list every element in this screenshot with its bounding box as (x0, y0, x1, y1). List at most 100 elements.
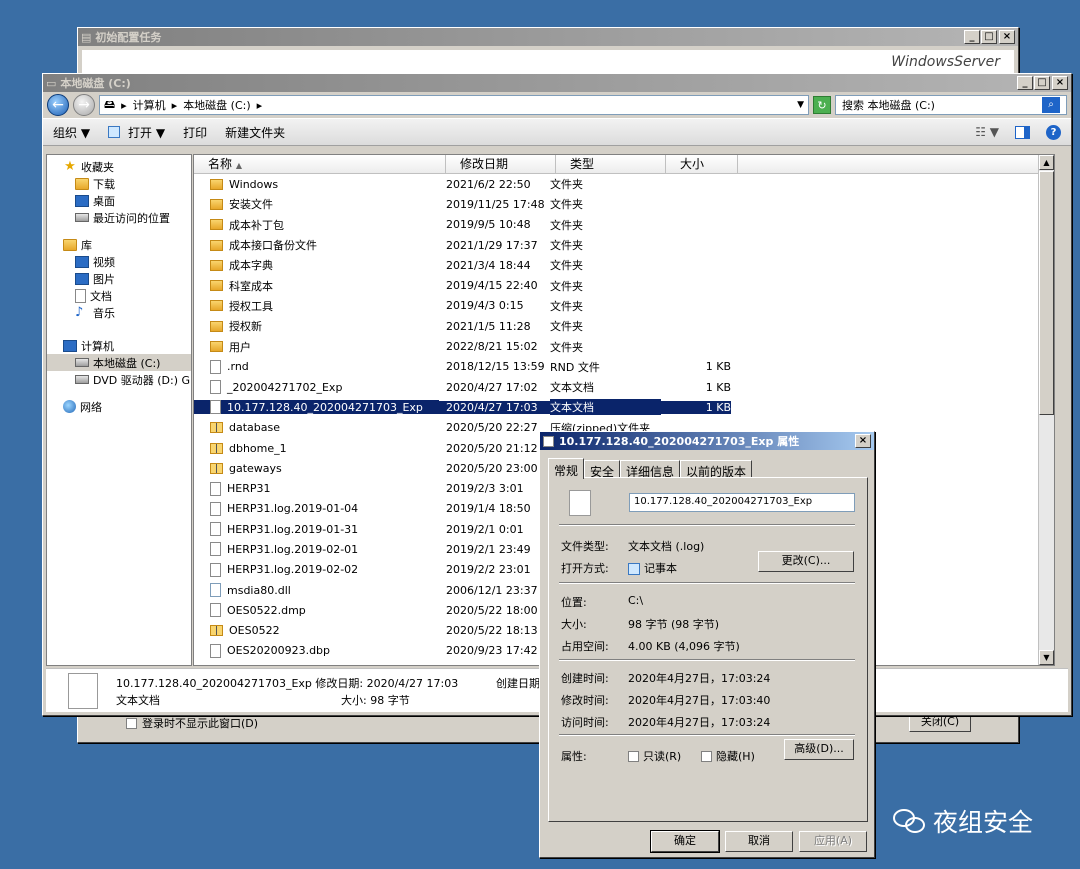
file-name-cell[interactable]: OES20200923.dbp (194, 643, 439, 658)
close-button[interactable]: × (999, 30, 1015, 44)
file-name-cell[interactable]: 安装文件 (194, 196, 439, 212)
nav-item-documents[interactable]: 文档 (47, 287, 191, 304)
close-button[interactable]: × (1052, 76, 1068, 90)
nav-item-recent[interactable]: 最近访问的位置 (47, 209, 191, 226)
refresh-icon[interactable]: ↻ (813, 96, 831, 114)
col-name[interactable]: 名称 ▲ (194, 155, 446, 173)
file-name-cell[interactable]: HERP31.log.2019-01-31 (194, 522, 439, 537)
table-row[interactable]: Windows 2021/6/2 22:50 文件夹 (194, 174, 1054, 194)
hidden-checkbox-row[interactable]: 隐藏(H) (701, 748, 755, 764)
view-options-icon[interactable]: ☷ ▼ (975, 125, 999, 139)
preview-pane-icon[interactable] (1015, 125, 1030, 139)
nav-item-pictures[interactable]: 图片 (47, 270, 191, 287)
nav-item-music[interactable]: ♪ 音乐 (47, 304, 191, 321)
search-input[interactable]: 搜索 本地磁盘 (C:) ⌕ (835, 95, 1067, 115)
readonly-checkbox-row[interactable]: 只读(R) (628, 748, 681, 764)
close-button[interactable]: × (855, 434, 871, 448)
explorer-titlebar[interactable]: ▭ 本地磁盘 (C:) _ □ × (43, 74, 1071, 92)
table-row[interactable]: 科室成本 2019/4/15 22:40 文件夹 (194, 275, 1054, 295)
chevron-right-icon[interactable]: ▸ (257, 99, 263, 112)
address-bar[interactable]: 🖴 ▸ 计算机 ▸ 本地磁盘 (C:) ▸ ▼ (99, 95, 809, 115)
maximize-button[interactable]: □ (1034, 76, 1050, 90)
forward-button[interactable]: → (73, 94, 95, 116)
nav-item-dvd[interactable]: DVD 驱动器 (D:) GF (47, 371, 191, 388)
table-row[interactable]: 授权工具 2019/4/3 0:15 文件夹 (194, 296, 1054, 316)
readonly-checkbox[interactable] (628, 750, 639, 762)
file-name-cell[interactable]: _202004271702_Exp (194, 380, 439, 395)
scroll-down-icon[interactable]: ▼ (1039, 650, 1054, 665)
table-row[interactable]: 授权新 2021/1/5 11:28 文件夹 (194, 316, 1054, 336)
file-name-cell[interactable]: Windows (194, 178, 439, 191)
tab-details[interactable]: 详细信息 (620, 460, 681, 479)
col-type[interactable]: 类型 (556, 155, 666, 173)
hidden-checkbox[interactable] (701, 750, 712, 762)
table-row[interactable]: 成本字典 2021/3/4 18:44 文件夹 (194, 255, 1054, 275)
nav-item-desktop[interactable]: 桌面 (47, 192, 191, 209)
col-date[interactable]: 修改日期 (446, 155, 556, 173)
tab-security[interactable]: 安全 (584, 460, 621, 479)
file-name-cell[interactable]: dbhome_1 (194, 442, 439, 455)
scroll-up-icon[interactable]: ▲ (1039, 155, 1054, 170)
chevron-down-icon[interactable]: ▼ (797, 100, 804, 110)
table-row[interactable]: 用户 2022/8/21 15:02 文件夹 (194, 336, 1054, 356)
nav-computer[interactable]: 计算机 (47, 337, 191, 354)
search-icon[interactable]: ⌕ (1042, 97, 1060, 113)
scroll-thumb[interactable] (1039, 171, 1054, 415)
file-name-cell[interactable]: 成本字典 (194, 257, 439, 273)
apply-button[interactable]: 应用(A) (799, 831, 867, 852)
file-name-cell[interactable]: 科室成本 (194, 278, 439, 294)
maximize-button[interactable]: □ (981, 30, 997, 44)
breadcrumb-computer[interactable]: 计算机 (133, 97, 166, 113)
col-size[interactable]: 大小 (666, 155, 738, 173)
nav-item-downloads[interactable]: 下载 (47, 175, 191, 192)
nav-item-local-disk[interactable]: 本地磁盘 (C:) (47, 354, 191, 371)
initial-config-titlebar[interactable]: ▤ 初始配置任务 _ □ × (78, 28, 1018, 46)
new-folder-button[interactable]: 新建文件夹 (225, 124, 285, 141)
help-icon[interactable]: ? (1046, 124, 1061, 140)
chevron-right-icon[interactable]: ▸ (172, 99, 178, 112)
file-name-cell[interactable]: 授权工具 (194, 298, 439, 314)
nav-libraries[interactable]: 库 (47, 236, 191, 253)
file-name-cell[interactable]: 10.177.128.40_202004271703_Exp (194, 400, 439, 415)
file-name-cell[interactable]: 用户 (194, 339, 439, 355)
table-row[interactable]: 成本补丁包 2019/9/5 10:48 文件夹 (194, 215, 1054, 235)
file-name-cell[interactable]: 授权新 (194, 318, 439, 334)
no-show-checkbox[interactable] (126, 717, 137, 729)
file-name-cell[interactable]: HERP31.log.2019-02-02 (194, 562, 439, 577)
nav-item-videos[interactable]: 视频 (47, 253, 191, 270)
minimize-button[interactable]: _ (964, 30, 980, 44)
back-button[interactable]: ← (47, 94, 69, 116)
properties-titlebar[interactable]: 10.177.128.40_202004271703_Exp 属性 × (540, 432, 874, 450)
change-button[interactable]: 更改(C)... (758, 551, 854, 572)
table-row[interactable]: _202004271702_Exp 2020/4/27 17:02 文本文档 1 KB (194, 377, 1054, 397)
nav-favorites[interactable]: ★ 收藏夹 (47, 158, 191, 175)
minimize-button[interactable]: _ (1017, 76, 1033, 90)
print-button[interactable]: 打印 (183, 124, 207, 141)
table-row[interactable]: 成本接口备份文件 2021/1/29 17:37 文件夹 (194, 235, 1054, 255)
file-name-cell[interactable]: 成本接口备份文件 (194, 237, 439, 253)
vertical-scrollbar[interactable]: ▲ ▼ (1038, 155, 1054, 665)
open-button[interactable]: 打开 ▼ (108, 124, 165, 141)
file-name-cell[interactable]: .rnd (194, 359, 439, 374)
filename-field[interactable]: 10.177.128.40_202004271703_Exp (629, 493, 855, 512)
file-name-cell[interactable]: HERP31.log.2019-02-01 (194, 542, 439, 557)
cancel-button[interactable]: 取消 (725, 831, 793, 852)
tab-general[interactable]: 常规 (548, 458, 585, 479)
tab-previous-versions[interactable]: 以前的版本 (680, 460, 753, 479)
breadcrumb-drive[interactable]: 本地磁盘 (C:) (183, 97, 250, 113)
nav-network[interactable]: 网络 (47, 398, 191, 415)
no-show-checkbox-row[interactable]: 登录时不显示此窗口(D) (126, 715, 258, 731)
table-row[interactable]: 安装文件 2019/11/25 17:48 文件夹 (194, 194, 1054, 214)
ok-button[interactable]: 确定 (650, 830, 720, 853)
advanced-button[interactable]: 高级(D)... (784, 739, 854, 760)
file-name-cell[interactable]: database (194, 421, 439, 434)
file-name-cell[interactable]: OES0522.dmp (194, 603, 439, 618)
file-name-cell[interactable]: HERP31.log.2019-01-04 (194, 501, 439, 516)
file-name-cell[interactable]: 成本补丁包 (194, 217, 439, 233)
organize-button[interactable]: 组织 ▼ (53, 124, 90, 141)
chevron-right-icon[interactable]: ▸ (121, 99, 127, 112)
file-name-cell[interactable]: HERP31 (194, 481, 439, 496)
table-row[interactable]: .rnd 2018/12/15 13:59 RND 文件 1 KB (194, 357, 1054, 377)
file-name-cell[interactable]: gateways (194, 462, 439, 475)
table-row[interactable]: 10.177.128.40_202004271703_Exp 2020/4/27 … (194, 397, 1054, 417)
